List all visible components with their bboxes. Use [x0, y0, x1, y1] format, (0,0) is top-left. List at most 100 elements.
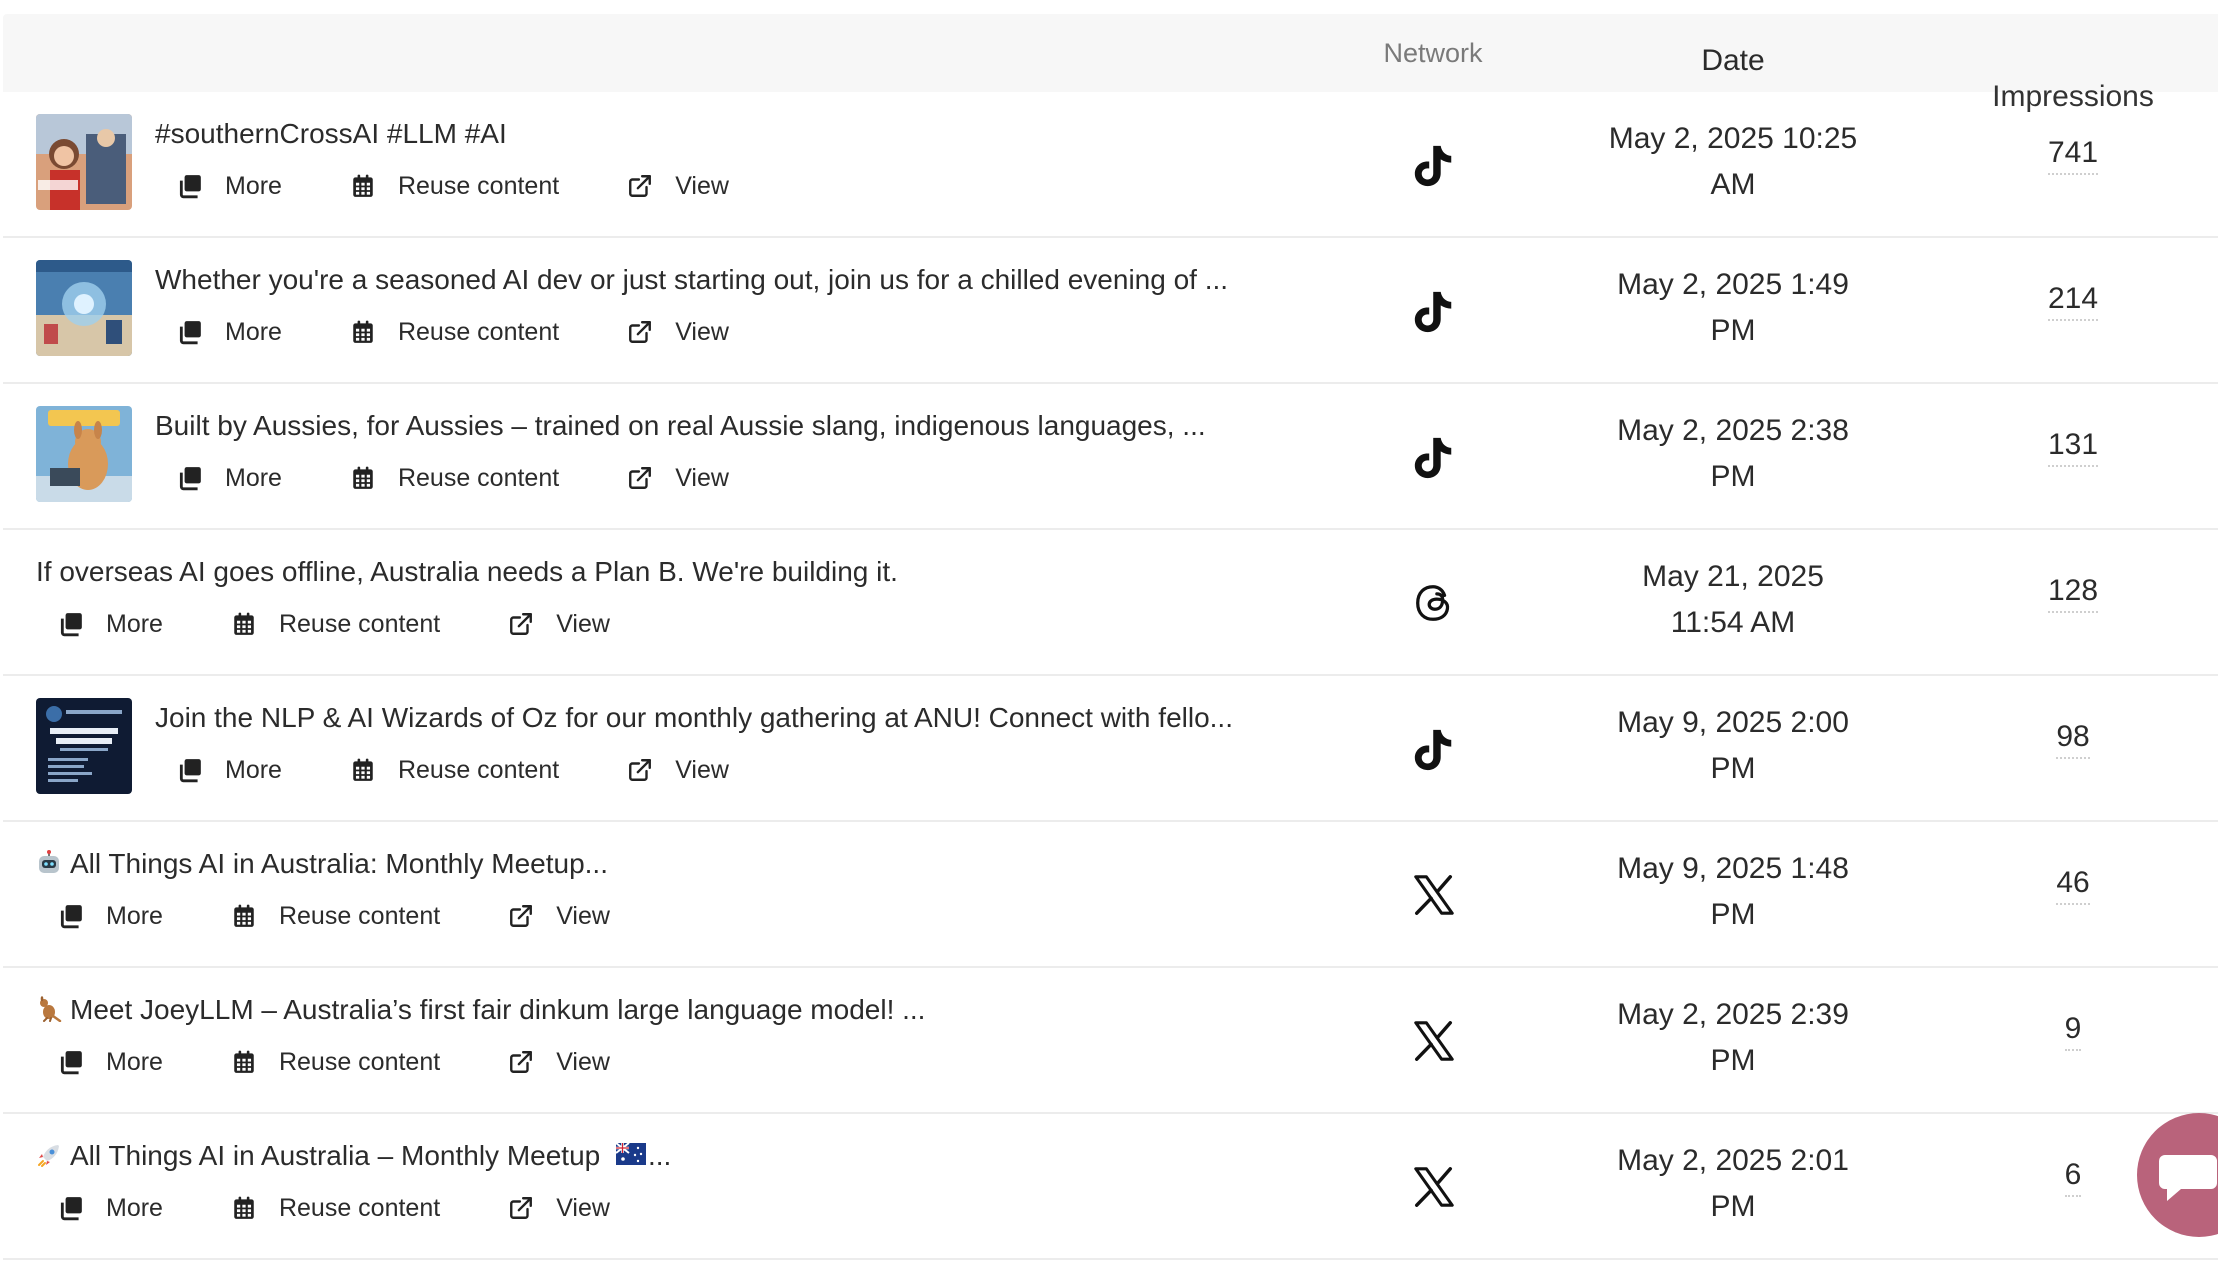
reuse-content-button[interactable]: Reuse content	[328, 756, 559, 785]
post-date-line1: May 2, 2025 2:39	[1617, 998, 1849, 1031]
reuse-content-label: Reuse content	[397, 171, 560, 200]
post-date: May 2, 2025 2:39 PM	[1573, 992, 1893, 1084]
post-impressions[interactable]: 741	[1908, 136, 2218, 175]
view-link[interactable]: View	[605, 464, 729, 493]
post-title: Meet JoeyLLM – Australia’s first fair di…	[70, 994, 926, 1025]
post-impressions[interactable]: 128	[1908, 574, 2218, 613]
view-link[interactable]: View	[486, 902, 610, 931]
reuse-content-button[interactable]: Reuse content	[209, 1194, 440, 1223]
post-date: May 9, 2025 1:48 PM	[1573, 846, 1893, 938]
calendar-icon	[231, 903, 257, 929]
post-actions: More Reuse content View	[36, 1188, 656, 1228]
post-date-line1: May 2, 2025 2:01	[1617, 1144, 1849, 1177]
post-impressions[interactable]: 214	[1908, 282, 2218, 321]
external-link-icon	[508, 903, 534, 929]
post-title-wrap[interactable]: All Things AI in Australia – Monthly Mee…	[36, 1140, 671, 1172]
post-date-line2: PM	[1710, 752, 1756, 785]
more-label: More	[225, 317, 282, 346]
post-impressions[interactable]: 98	[1908, 720, 2218, 759]
post-actions: More Reuse content View	[155, 312, 775, 352]
post-title[interactable]: Whether you're a seasoned AI dev or just…	[155, 264, 1228, 296]
tiktok-icon	[1411, 434, 1457, 480]
post-thumbnail[interactable]	[36, 406, 132, 502]
reuse-content-button[interactable]: Reuse content	[328, 318, 559, 347]
view-label: View	[556, 1047, 610, 1076]
post-date: May 2, 2025 2:01 PM	[1573, 1138, 1893, 1230]
copy-icon	[177, 757, 203, 783]
calendar-icon	[350, 173, 376, 199]
reuse-content-label: Reuse content	[278, 901, 441, 930]
calendar-icon	[231, 1049, 257, 1075]
post-title[interactable]: Join the NLP & AI Wizards of Oz for our …	[155, 702, 1233, 734]
post-date-line1: May 9, 2025 1:48	[1617, 852, 1849, 885]
more-button[interactable]: More	[36, 610, 163, 639]
view-link[interactable]: View	[486, 610, 610, 639]
table-row: All Things AI in Australia – Monthly Mee…	[3, 1114, 2218, 1260]
view-link[interactable]: View	[605, 318, 729, 347]
more-label: More	[106, 901, 163, 930]
external-link-icon	[627, 173, 653, 199]
posts-table: Network Date Impressions #southernCrossA…	[3, 14, 2218, 1260]
post-impressions[interactable]: 131	[1908, 428, 2218, 467]
reuse-content-button[interactable]: Reuse content	[209, 610, 440, 639]
post-title-wrap[interactable]: All Things AI in Australia: Monthly Meet…	[36, 848, 608, 880]
reuse-content-button[interactable]: Reuse content	[328, 464, 559, 493]
post-actions: More Reuse content View	[155, 750, 775, 790]
table-row: Built by Aussies, for Aussies – trained …	[3, 384, 2218, 530]
post-date-line1: May 2, 2025 1:49	[1617, 268, 1849, 301]
more-label: More	[106, 1047, 163, 1076]
copy-icon	[177, 465, 203, 491]
external-link-icon	[508, 611, 534, 637]
post-thumbnail[interactable]	[36, 114, 132, 210]
copy-icon	[58, 1049, 84, 1075]
more-button[interactable]: More	[36, 1048, 163, 1077]
post-title-wrap[interactable]: Meet JoeyLLM – Australia’s first fair di…	[36, 994, 925, 1026]
post-date: May 2, 2025 2:38 PM	[1573, 408, 1893, 500]
impressions-value: 131	[2047, 428, 2099, 467]
threads-icon	[1411, 580, 1457, 626]
post-title[interactable]: #southernCrossAI #LLM #AI	[155, 118, 507, 150]
post-date-line2: 11:54 AM	[1670, 606, 1796, 639]
column-header-network[interactable]: Network	[1273, 14, 1593, 92]
reuse-content-button[interactable]: Reuse content	[209, 902, 440, 931]
post-impressions[interactable]: 9	[1908, 1012, 2218, 1051]
post-thumbnail[interactable]	[36, 698, 132, 794]
reuse-content-label: Reuse content	[278, 1193, 441, 1222]
post-thumbnail[interactable]	[36, 260, 132, 356]
more-button[interactable]: More	[155, 464, 282, 493]
impressions-value: 46	[2056, 866, 2090, 905]
view-link[interactable]: View	[486, 1194, 610, 1223]
more-button[interactable]: More	[155, 756, 282, 785]
more-button[interactable]: More	[155, 172, 282, 201]
view-label: View	[675, 317, 729, 346]
x-icon	[1411, 1164, 1457, 1210]
kangaroo-emoji-icon	[40, 996, 62, 1022]
post-title[interactable]: Built by Aussies, for Aussies – trained …	[155, 410, 1206, 442]
post-date: May 9, 2025 2:00 PM	[1573, 700, 1893, 792]
external-link-icon	[627, 319, 653, 345]
impressions-value: 741	[2047, 136, 2099, 175]
more-button[interactable]: More	[155, 318, 282, 347]
chat-widget-button[interactable]	[2137, 1113, 2218, 1237]
more-button[interactable]: More	[36, 1194, 163, 1223]
post-title[interactable]: If overseas AI goes offline, Australia n…	[36, 556, 898, 588]
view-link[interactable]: View	[605, 172, 729, 201]
view-label: View	[675, 171, 729, 200]
calendar-icon	[231, 1195, 257, 1221]
view-link[interactable]: View	[486, 1048, 610, 1077]
impressions-value: 128	[2047, 574, 2099, 613]
external-link-icon	[627, 757, 653, 783]
tiktok-icon	[1411, 726, 1457, 772]
calendar-icon	[350, 319, 376, 345]
impressions-value: 214	[2047, 282, 2099, 321]
view-label: View	[556, 609, 610, 638]
reuse-content-button[interactable]: Reuse content	[209, 1048, 440, 1077]
post-impressions[interactable]: 46	[1908, 866, 2218, 905]
table-header: Network Date Impressions	[3, 14, 2218, 113]
more-button[interactable]: More	[36, 902, 163, 931]
impressions-value: 9	[2064, 1012, 2082, 1051]
rocket-emoji-icon	[38, 1145, 59, 1167]
copy-icon	[177, 173, 203, 199]
view-link[interactable]: View	[605, 756, 729, 785]
reuse-content-button[interactable]: Reuse content	[328, 172, 559, 201]
